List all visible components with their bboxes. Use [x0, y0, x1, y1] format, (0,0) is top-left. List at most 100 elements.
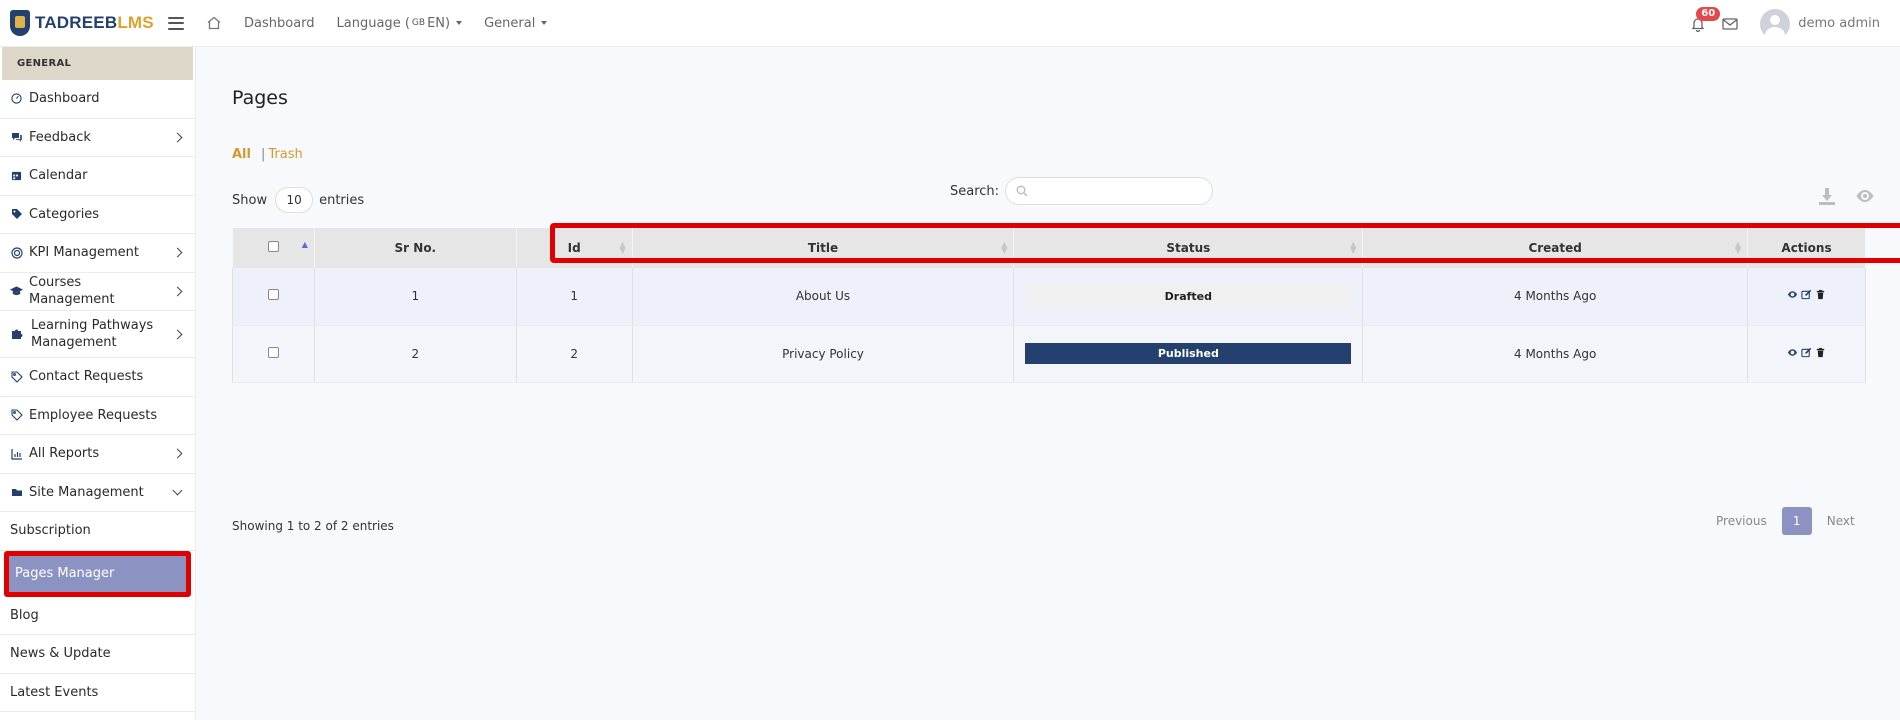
sidebar-item-label: Site Management — [29, 484, 144, 500]
brand-name: TADREEBLMS — [35, 13, 154, 32]
column-header-sr-no[interactable]: Sr No. — [314, 228, 517, 268]
notifications-button[interactable]: 60 — [1690, 6, 1721, 32]
sidebar-item-label: News & Update — [10, 646, 111, 662]
view-eye-icon[interactable] — [1787, 289, 1798, 300]
user-avatar[interactable] — [1760, 8, 1791, 39]
table-row: 2 2 Privacy Policy Published 4 Months Ag… — [232, 325, 1866, 383]
filter-all-link[interactable]: All — [232, 147, 251, 162]
view-eye-icon[interactable] — [1787, 347, 1798, 358]
entries-select[interactable]: 10 — [275, 187, 314, 213]
calendar-icon — [10, 169, 23, 182]
title-cell: About Us — [632, 268, 1015, 326]
general-dropdown[interactable]: General — [484, 15, 548, 31]
actions-cell — [1747, 268, 1866, 326]
row-select-cell — [232, 268, 315, 326]
language-code: EN) — [427, 15, 451, 31]
select-all-header[interactable]: ▲ — [232, 228, 315, 268]
sidebar-item-label: Dashboard — [29, 91, 100, 107]
edit-icon[interactable] — [1801, 289, 1812, 300]
language-dropdown[interactable]: Language (GB EN) — [337, 16, 463, 31]
home-icon[interactable] — [206, 15, 222, 31]
status-badge: Published — [1025, 343, 1352, 364]
show-label: Show — [232, 192, 268, 208]
download-icon[interactable] — [1816, 185, 1838, 207]
sidebar-item-feedback[interactable]: Feedback — [0, 119, 195, 157]
page-title: Pages — [232, 87, 288, 109]
chevron-right-icon — [172, 286, 183, 297]
pagination-previous[interactable]: Previous — [1716, 514, 1767, 528]
folder-icon — [10, 486, 23, 499]
select-all-checkbox[interactable] — [267, 241, 279, 252]
sidebar-item-dashboard[interactable]: Dashboard — [0, 80, 195, 119]
sidebar-item-categories[interactable]: Categories — [0, 196, 195, 234]
sidebar-item-label: Contact Requests — [29, 369, 144, 385]
sidebar-item-kpi-management[interactable]: KPI Management — [0, 234, 195, 273]
sidebar-item-calendar[interactable]: Calendar — [0, 157, 195, 196]
search-input[interactable] — [1005, 177, 1214, 205]
tags-icon — [10, 208, 23, 221]
logo-shield-icon — [10, 10, 30, 36]
pagination: Previous 1 Next — [1716, 507, 1855, 535]
chevron-right-icon — [172, 247, 183, 258]
sidebar-item-site-management[interactable]: Site Management — [0, 474, 195, 512]
user-name[interactable]: demo admin — [1798, 16, 1880, 31]
table-info: Showing 1 to 2 of 2 entries — [232, 519, 394, 533]
column-header-created[interactable]: Created ▲ ▼ — [1362, 228, 1748, 268]
main-content: Pages All | Trash Show 10 entries Search: … — [196, 47, 1900, 720]
comments-icon — [10, 131, 23, 144]
sidebar-item-learning-pathways[interactable]: Learning Pathways Management — [0, 311, 195, 358]
sidebar-item-label: Subscription — [10, 523, 91, 539]
notification-badge: 60 — [1696, 6, 1721, 21]
sidebar-subitem-latest-events[interactable]: Latest Events — [0, 674, 195, 712]
pagination-next[interactable]: Next — [1827, 514, 1855, 528]
tag-icon — [10, 370, 23, 383]
general-label: General — [484, 15, 536, 31]
delete-trash-icon[interactable] — [1815, 347, 1826, 358]
pagination-page-1[interactable]: 1 — [1781, 507, 1812, 535]
row-checkbox[interactable] — [267, 289, 279, 301]
sidebar-item-all-reports[interactable]: All Reports — [0, 435, 195, 474]
status-cell: Drafted — [1013, 268, 1364, 326]
search-icon — [1016, 185, 1028, 197]
sort-icon: ▲ ▼ — [1001, 240, 1008, 255]
id-cell: 1 — [516, 268, 633, 326]
nav-dashboard-link[interactable]: Dashboard — [244, 16, 315, 31]
entries-length-control: Show 10 entries — [232, 187, 364, 213]
column-header-id[interactable]: Id ▲ ▼ — [516, 228, 633, 268]
search-label: Search: — [950, 183, 1000, 199]
tag-icon — [10, 409, 23, 422]
chevron-down-icon — [172, 485, 183, 496]
pages-table: ▲ Sr No. Id ▲ ▼ Title ▲ ▼ Status ▲ ▼ Created ▲ ▼… — [232, 228, 1866, 383]
created-cell: 4 Months Ago — [1362, 268, 1748, 326]
entries-label: entries — [319, 192, 365, 208]
mail-icon[interactable] — [1722, 17, 1738, 30]
sr-no-cell: 1 — [314, 268, 517, 326]
sidebar-item-label: Latest Events — [10, 684, 99, 700]
sidebar-item-courses-management[interactable]: Courses Management — [0, 273, 195, 311]
edit-icon[interactable] — [1801, 347, 1812, 358]
target-icon — [10, 246, 23, 259]
column-header-status[interactable]: Status ▲ ▼ — [1013, 228, 1364, 268]
row-checkbox[interactable] — [267, 346, 279, 358]
delete-trash-icon[interactable] — [1815, 289, 1826, 300]
sidebar-subitem-blog[interactable]: Blog — [0, 597, 195, 635]
caret-down-icon — [456, 21, 463, 25]
eye-icon[interactable] — [1854, 185, 1876, 207]
sidebar-item-label: Blog — [10, 607, 39, 623]
search-control: Search: — [950, 177, 1214, 205]
sidebar-subitem-pages-manager[interactable]: Pages Manager — [0, 550, 195, 597]
brand-logo[interactable]: TADREEBLMS — [10, 10, 160, 36]
sidebar-subitem-news-update[interactable]: News & Update — [0, 635, 195, 674]
column-header-title[interactable]: Title ▲ ▼ — [632, 228, 1015, 268]
sort-icon: ▲ ▼ — [619, 240, 626, 255]
sidebar-item-employee-requests[interactable]: Employee Requests — [0, 397, 195, 435]
filter-trash-link[interactable]: Trash — [268, 147, 302, 162]
sort-icon: ▲ ▼ — [1350, 240, 1357, 255]
status-cell: Published — [1013, 325, 1364, 383]
sidebar-subitem-subscription[interactable]: Subscription — [0, 512, 195, 551]
menu-toggle-icon[interactable] — [168, 16, 184, 30]
sidebar-item-label: Learning Pathways Management — [31, 318, 154, 350]
sidebar-item-contact-requests[interactable]: Contact Requests — [0, 358, 195, 397]
table-header-row: ▲ Sr No. Id ▲ ▼ Title ▲ ▼ Status ▲ ▼ Created ▲ ▼… — [232, 228, 1866, 268]
chart-icon — [10, 447, 23, 460]
